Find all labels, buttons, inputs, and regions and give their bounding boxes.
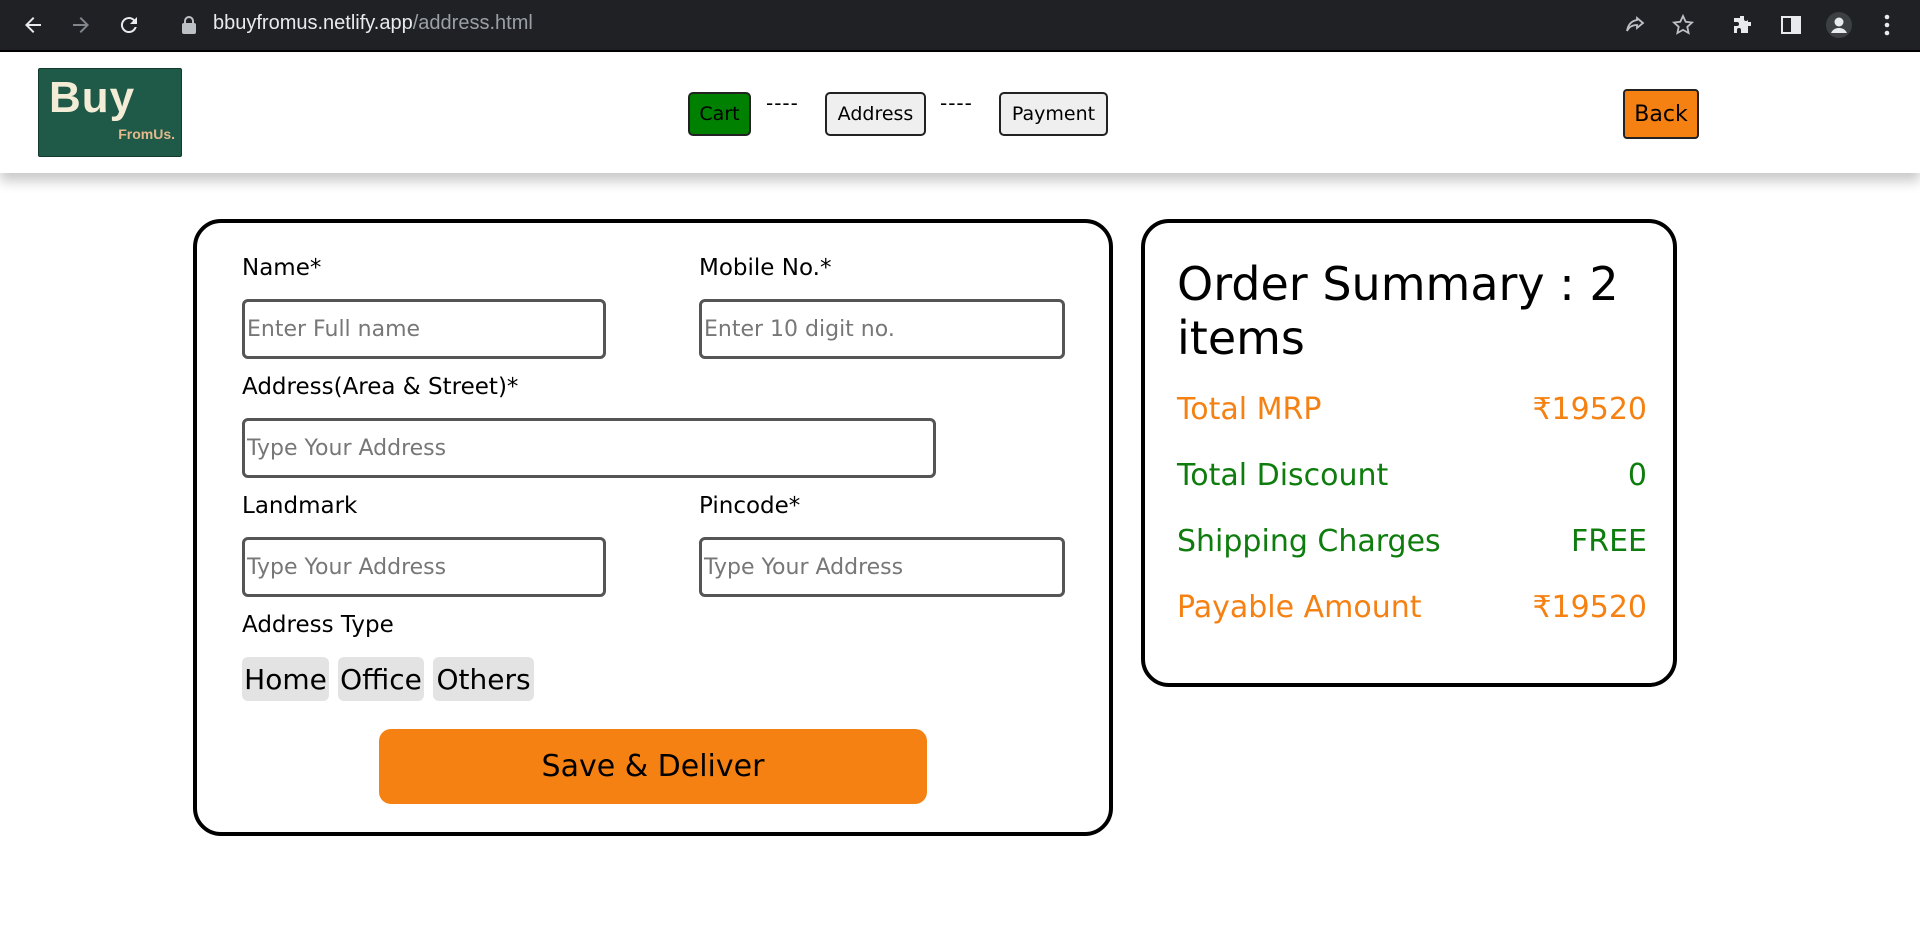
name-label: Name* <box>242 255 322 281</box>
address-type-others-button[interactable]: Others <box>433 657 534 701</box>
step-payment[interactable]: Payment <box>999 92 1108 136</box>
lock-icon[interactable] <box>180 15 198 35</box>
pincode-input[interactable] <box>699 537 1065 597</box>
url-host: bbuyfromus.netlify.app <box>213 12 413 34</box>
logo-sub-text: FromUs. <box>118 126 175 142</box>
site-header: Buy FromUs. Cart ---- Address ---- Payme… <box>0 53 1920 173</box>
summary-row-value: ₹19520 <box>1532 391 1647 427</box>
address-form: Name* Mobile No.* Address(Area & Street)… <box>193 219 1113 836</box>
name-input[interactable] <box>242 299 606 359</box>
back-arrow-icon[interactable] <box>18 10 48 40</box>
landmark-label: Landmark <box>242 493 358 519</box>
landmark-input[interactable] <box>242 537 606 597</box>
address-type-office-button[interactable]: Office <box>338 657 424 701</box>
step-separator: ---- <box>940 91 973 115</box>
side-panel-icon[interactable] <box>1776 10 1806 40</box>
summary-row-payable-amount: Payable Amount ₹19520 <box>1177 587 1647 627</box>
kebab-menu-icon[interactable] <box>1872 10 1902 40</box>
profile-icon[interactable] <box>1824 10 1854 40</box>
summary-row-value: FREE <box>1570 523 1647 559</box>
summary-row-total-mrp: Total MRP ₹19520 <box>1177 389 1647 429</box>
step-separator: ---- <box>766 91 799 115</box>
order-summary-title: Order Summary : 2 items <box>1177 257 1619 365</box>
back-button[interactable]: Back <box>1623 89 1699 139</box>
extensions-icon[interactable] <box>1728 10 1758 40</box>
step-address[interactable]: Address <box>825 92 926 136</box>
logo[interactable]: Buy FromUs. <box>38 68 182 157</box>
step-cart[interactable]: Cart <box>688 92 751 136</box>
summary-row-label: Total MRP <box>1177 391 1322 427</box>
star-icon[interactable] <box>1668 10 1698 40</box>
summary-row-value: 0 <box>1627 457 1647 493</box>
address-label: Address(Area & Street)* <box>242 374 519 400</box>
logo-main-text: Buy <box>49 73 136 122</box>
summary-row-total-discount: Total Discount 0 <box>1177 455 1647 495</box>
forward-arrow-icon[interactable] <box>66 10 96 40</box>
url-text[interactable]: bbuyfromus.netlify.app/address.html <box>213 12 533 35</box>
address-type-label: Address Type <box>242 612 394 638</box>
browser-toolbar: bbuyfromus.netlify.app/address.html <box>0 0 1920 52</box>
share-icon[interactable] <box>1620 10 1650 40</box>
url-path: /address.html <box>412 12 533 34</box>
summary-row-label: Payable Amount <box>1177 589 1422 625</box>
save-deliver-button[interactable]: Save & Deliver <box>379 729 927 804</box>
address-type-home-button[interactable]: Home <box>242 657 329 701</box>
summary-row-shipping-charges: Shipping Charges FREE <box>1177 521 1647 561</box>
summary-row-value: ₹19520 <box>1532 589 1647 625</box>
summary-row-label: Shipping Charges <box>1177 523 1441 559</box>
summary-row-label: Total Discount <box>1177 457 1389 493</box>
address-input[interactable] <box>242 418 936 478</box>
pincode-label: Pincode* <box>699 493 801 519</box>
mobile-label: Mobile No.* <box>699 255 832 281</box>
reload-icon[interactable] <box>114 10 144 40</box>
mobile-input[interactable] <box>699 299 1065 359</box>
order-summary: Order Summary : 2 items Total MRP ₹19520… <box>1141 219 1677 687</box>
